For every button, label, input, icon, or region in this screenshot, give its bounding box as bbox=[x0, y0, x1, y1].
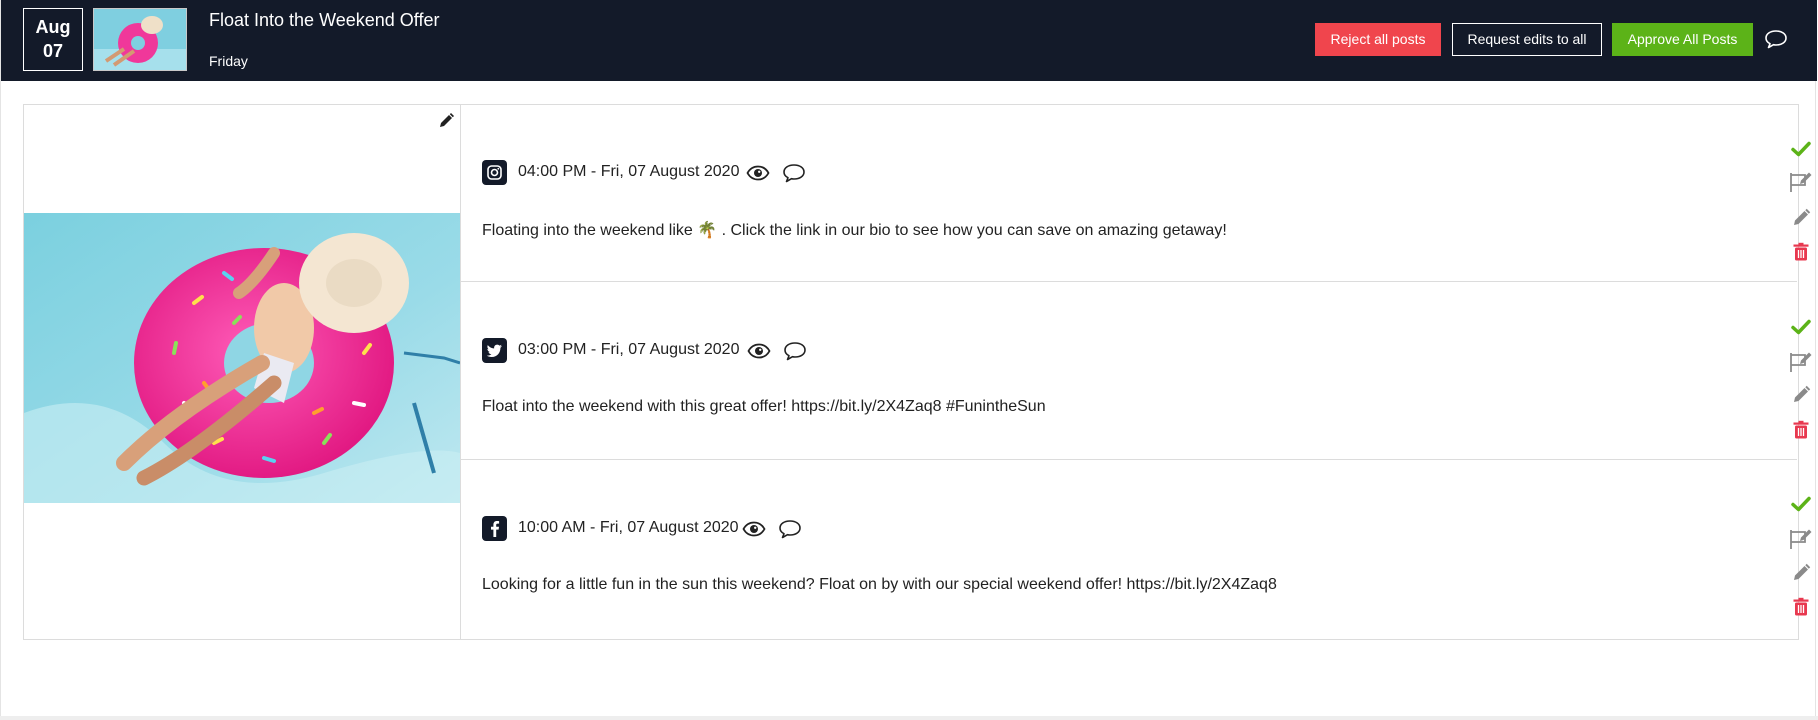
request-edit-post-icon[interactable] bbox=[1788, 350, 1814, 374]
request-edit-post-icon[interactable] bbox=[1788, 527, 1814, 551]
posts-list: 04:00 PM - Fri, 07 August 2020 Floating i… bbox=[23, 104, 1812, 640]
delete-post-trash-icon[interactable] bbox=[1790, 596, 1812, 618]
delete-post-trash-icon[interactable] bbox=[1790, 419, 1812, 441]
request-edit-post-icon[interactable] bbox=[1788, 170, 1814, 194]
campaign-title: Float Into the Weekend Offer bbox=[209, 10, 440, 30]
request-edits-to-all-button[interactable]: Request edits to all bbox=[1452, 23, 1602, 56]
preview-eye-icon[interactable] bbox=[746, 164, 770, 182]
date-month: Aug bbox=[35, 17, 71, 37]
post-row: 04:00 PM - Fri, 07 August 2020 Floating i… bbox=[460, 104, 1812, 282]
campaign-weekday: Friday bbox=[209, 53, 248, 69]
comment-icon[interactable] bbox=[1764, 28, 1788, 50]
post-caption: Float into the weekend with this great o… bbox=[482, 398, 1046, 415]
post-caption: Looking for a little fun in the sun this… bbox=[482, 576, 1277, 593]
post-row: 03:00 PM - Fri, 07 August 2020 Float into… bbox=[460, 282, 1812, 460]
twitter-icon bbox=[482, 338, 507, 363]
post-schedule-time: 10:00 AM - Fri, 07 August 2020 bbox=[518, 519, 739, 536]
approve-all-posts-button[interactable]: Approve All Posts bbox=[1612, 23, 1753, 56]
approve-post-check-icon[interactable] bbox=[1790, 316, 1812, 338]
post-schedule-time: 04:00 PM - Fri, 07 August 2020 bbox=[518, 163, 740, 180]
post-comment-icon[interactable] bbox=[782, 162, 806, 184]
campaign-thumbnail[interactable] bbox=[93, 8, 187, 71]
delete-post-trash-icon[interactable] bbox=[1790, 241, 1812, 263]
approve-post-check-icon[interactable] bbox=[1790, 493, 1812, 515]
edit-post-pencil-icon[interactable] bbox=[1790, 562, 1812, 584]
preview-eye-icon[interactable] bbox=[747, 342, 771, 360]
preview-eye-icon[interactable] bbox=[742, 520, 766, 538]
post-caption: Floating into the weekend like 🌴 . Click… bbox=[482, 222, 1227, 239]
post-comment-icon[interactable] bbox=[778, 518, 802, 540]
campaign-header: Aug 07 Float Into the Weekend Offer Frid… bbox=[1, 0, 1817, 81]
instagram-icon bbox=[482, 160, 507, 185]
date-badge: Aug 07 bbox=[23, 8, 83, 71]
reject-all-posts-button[interactable]: Reject all posts bbox=[1315, 23, 1441, 56]
approve-post-check-icon[interactable] bbox=[1790, 138, 1812, 160]
post-schedule-time: 03:00 PM - Fri, 07 August 2020 bbox=[518, 341, 740, 358]
post-row: 10:00 AM - Fri, 07 August 2020 Looking fo… bbox=[460, 460, 1812, 638]
edit-post-pencil-icon[interactable] bbox=[1790, 384, 1812, 406]
facebook-icon bbox=[482, 516, 507, 541]
date-day: 07 bbox=[42, 41, 64, 61]
post-comment-icon[interactable] bbox=[783, 340, 807, 362]
edit-post-pencil-icon[interactable] bbox=[1790, 207, 1812, 229]
bottom-divider bbox=[0, 716, 1818, 720]
